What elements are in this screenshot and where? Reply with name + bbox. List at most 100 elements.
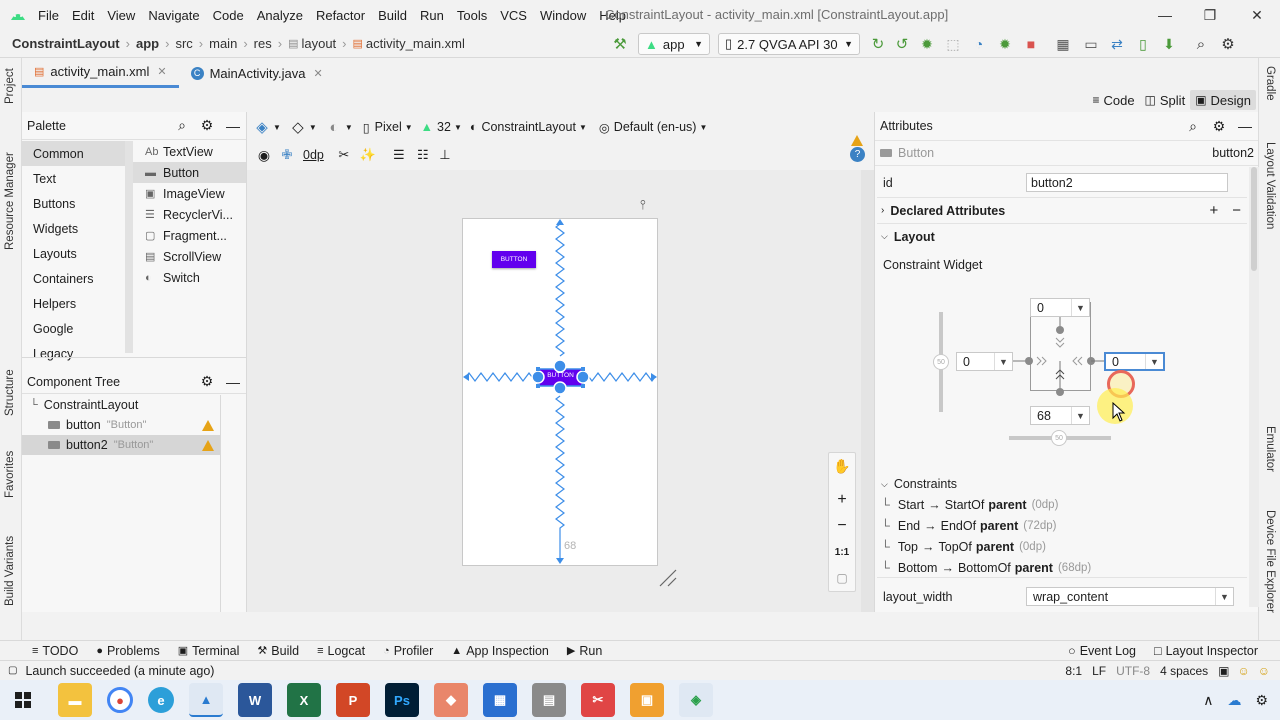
pack-icon[interactable]: ☷ (412, 147, 434, 163)
palette-item-recyclervi[interactable]: ☰ RecyclerVi... (133, 204, 246, 225)
end-margin-select[interactable]: 0 ▼ (1104, 352, 1165, 371)
profile-icon[interactable]: ◔ (966, 36, 992, 52)
mode-code-button[interactable]: ≡ Code (1087, 90, 1139, 110)
constraints-section[interactable]: ⌵ Constraints (881, 474, 1241, 494)
palette-item-fragment[interactable]: ▢ Fragment... (133, 225, 246, 246)
tool-favorites[interactable]: Favorites (4, 451, 16, 498)
file-encoding[interactable]: UTF-8 (1116, 664, 1150, 678)
menu-item-tools[interactable]: Tools (457, 8, 487, 23)
attributes-scrollbar[interactable] (1249, 167, 1259, 607)
caret-position[interactable]: 8:1 (1065, 664, 1082, 678)
zoom-out-icon[interactable]: − (829, 513, 855, 539)
menu-item-edit[interactable]: Edit (72, 8, 94, 23)
chrome-icon[interactable]: ● (107, 687, 133, 713)
restore-icon[interactable]: ❐ (1200, 5, 1220, 25)
palette-item-button[interactable]: ▬ Button (133, 162, 246, 183)
palette-item-imageview[interactable]: ▣ ImageView (133, 183, 246, 204)
sdk-icon[interactable]: ⬇ (1156, 36, 1182, 53)
palette-category-helpers[interactable]: Helpers (22, 291, 125, 316)
chevron-up-icon[interactable]: ∧ (1203, 692, 1213, 709)
android-studio-taskbar-icon[interactable]: ▲ (189, 683, 223, 717)
layers-icon[interactable]: ◈ (251, 118, 273, 136)
palette-category-layouts[interactable]: Layouts (22, 241, 125, 266)
device-select[interactable]: ▯ 2.7 QVGA API 30 ▼ (718, 33, 860, 55)
stop-icon[interactable]: ■ (1018, 36, 1044, 52)
palette-category-text[interactable]: Text (22, 166, 125, 191)
minimize-icon[interactable]: — (1155, 5, 1175, 25)
bottom-margin-select[interactable]: 68 ▼ (1030, 406, 1090, 425)
edge-icon[interactable]: e (148, 687, 174, 713)
tool-device-file-explorer[interactable]: Device File Explorer (1264, 510, 1276, 613)
menu-item-run[interactable]: Run (420, 8, 444, 23)
menu-item-code[interactable]: Code (213, 8, 244, 23)
breadcrumb-item[interactable]: layout (301, 36, 336, 51)
tool-profiler-button[interactable]: ◔ Profiler (383, 644, 433, 658)
pan-hand-icon[interactable]: ✋ (829, 453, 855, 479)
tool-resource-manager[interactable]: Resource Manager (4, 152, 16, 250)
bottom-constraint-dot[interactable] (1056, 388, 1064, 396)
menu-item-navigate[interactable]: Navigate (148, 8, 199, 23)
tool-gradle[interactable]: Gradle (1264, 66, 1276, 101)
rerun-icon[interactable]: ↻ (866, 35, 890, 53)
zoom-actual-size[interactable]: 1:1 (829, 539, 855, 565)
theme-dropdown[interactable]: ◐ ConstraintLayout ▼ (470, 120, 587, 134)
view-options-icon[interactable]: ◉ (253, 147, 275, 164)
close-window-icon[interactable]: ✕ (1247, 5, 1267, 25)
smiley-icon[interactable]: ☺ (1258, 664, 1270, 678)
minimize-panel-icon[interactable]: — (1232, 118, 1258, 134)
debug-icon[interactable]: ✹ (914, 36, 940, 53)
bottom-handle[interactable] (553, 381, 567, 395)
gear-icon[interactable]: ⚙ (194, 373, 220, 390)
pin-icon[interactable]: ⫯ (640, 197, 646, 213)
tool-problems-button[interactable]: ● Problems (96, 644, 159, 658)
calendar-icon[interactable]: ▦ (483, 683, 517, 717)
settings-icon[interactable]: ⚙ (1216, 35, 1240, 53)
id-input[interactable]: button2 (1026, 173, 1228, 192)
line-separator[interactable]: LF (1092, 664, 1106, 678)
palette-category-legacy[interactable]: Legacy (22, 341, 125, 366)
tool-build-button[interactable]: ⚒ Build (257, 644, 299, 658)
palette-category-buttons[interactable]: Buttons (22, 191, 125, 216)
palette-category-containers[interactable]: Containers (22, 266, 125, 291)
gear-icon[interactable]: ⚙ (1206, 118, 1232, 135)
menu-item-build[interactable]: Build (378, 8, 407, 23)
breadcrumb-item[interactable]: res (254, 36, 272, 51)
close-tab-icon[interactable]: ✕ (313, 67, 322, 80)
top-margin-select[interactable]: 0 ▼ (1030, 298, 1090, 317)
indent-setting[interactable]: 4 spaces (1160, 664, 1208, 678)
tool-terminal-button[interactable]: ▣ Terminal (178, 644, 240, 658)
top-constraint-dot[interactable] (1056, 326, 1064, 334)
apply-changes-icon[interactable]: ↺ (890, 35, 914, 53)
mode-split-button[interactable]: ◫ Split (1140, 90, 1191, 110)
infer-constraints-icon[interactable]: ✨ (356, 147, 380, 163)
start-constraint-dot[interactable] (1025, 357, 1033, 365)
attach-icon[interactable]: ⬚ (940, 36, 966, 53)
zoom-fit-icon[interactable]: ▢ (829, 565, 855, 591)
breadcrumb-item[interactable]: ConstraintLayout (12, 36, 120, 51)
locale-dropdown[interactable]: ◎ Default (en-us) ▼ (599, 120, 708, 135)
layout-width-select[interactable]: wrap_content ▼ (1026, 587, 1234, 606)
menu-item-view[interactable]: View (107, 8, 135, 23)
powerpoint-icon[interactable]: P (336, 683, 370, 717)
warning-icon[interactable] (202, 419, 214, 431)
search-icon[interactable]: ⌕ (1180, 118, 1206, 135)
palette-scrollbar[interactable] (125, 141, 133, 353)
lock-icon[interactable]: ▣ (1218, 664, 1229, 678)
tool-logcat-button[interactable]: ≡ Logcat (317, 644, 365, 658)
horizontal-bias-thumb[interactable]: 50 (1051, 430, 1067, 446)
paint-icon[interactable]: ◆ (434, 683, 468, 717)
tool-project[interactable]: Project (4, 68, 16, 104)
top-handle[interactable] (553, 359, 567, 373)
android-studio-alt-icon[interactable]: ◈ (679, 683, 713, 717)
night-mode-icon[interactable]: ◐ (323, 119, 345, 136)
run-config-select[interactable]: ▲ app ▼ (638, 33, 710, 55)
tab-main-activity[interactable]: C MainActivity.java ✕ (179, 58, 335, 88)
file-explorer-icon[interactable]: ▬ (58, 683, 92, 717)
constraint-item[interactable]: └ End → EndOf parent (72dp) (881, 515, 1241, 536)
sync-icon[interactable]: ⇄ (1104, 36, 1130, 53)
hammer-icon[interactable]: ⚒ (610, 35, 630, 53)
palette-item-textview[interactable]: Ab TextView (133, 141, 246, 162)
constraint-item[interactable]: └ Bottom → BottomOf parent (68dp) (881, 557, 1241, 578)
snipping-tool-icon[interactable]: ✂ (581, 683, 615, 717)
palette-category-common[interactable]: Common (22, 141, 125, 166)
